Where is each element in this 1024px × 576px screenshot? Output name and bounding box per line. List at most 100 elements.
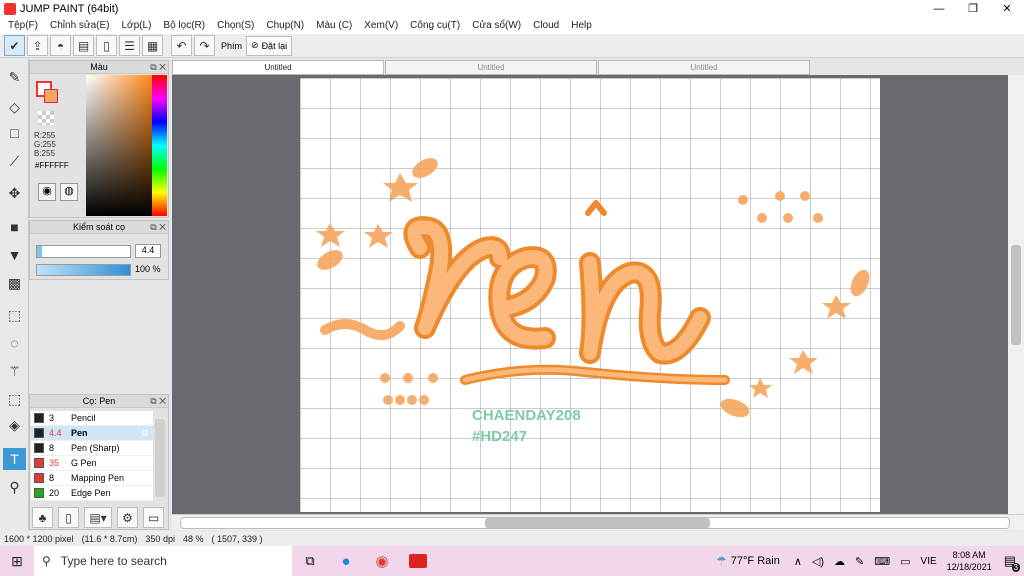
size-slider[interactable] — [36, 245, 131, 258]
speaker-icon[interactable]: ◁) — [812, 555, 824, 568]
tab-untitled-3[interactable]: Untitled — [598, 60, 810, 75]
share-icon[interactable]: ⇪ — [27, 35, 48, 56]
clock[interactable]: 8:08 AM 12/18/2021 — [947, 549, 992, 573]
minimize-button[interactable]: — — [922, 0, 956, 17]
close-button[interactable]: ✕ — [990, 0, 1024, 17]
select-pen-icon[interactable]: ⬚ — [3, 388, 26, 410]
language-indicator[interactable]: VIE — [921, 556, 937, 567]
secondary-color-swatch[interactable] — [44, 89, 58, 103]
notification-icon[interactable]: ▤ 3 — [1004, 553, 1020, 572]
pen-icon[interactable]: ✎ — [855, 555, 864, 568]
rectangle-select-icon[interactable]: □ — [3, 122, 26, 144]
brush-item-mapping-pen[interactable]: 8 Mapping Pen — [31, 471, 153, 486]
message-icon[interactable]: ▤ — [73, 35, 94, 56]
gradient-icon[interactable]: ▩ — [3, 272, 26, 294]
menu-cloud[interactable]: Cloud — [527, 20, 565, 31]
edge-icon[interactable]: ● — [328, 553, 364, 570]
check-icon[interactable]: ✔ — [4, 35, 25, 56]
new-brush-icon[interactable]: ▯ — [58, 507, 79, 528]
wand-icon[interactable]: ⚚ — [3, 360, 26, 382]
control-panel-buttons[interactable]: ⧉ ✕ — [150, 221, 166, 234]
grid-icon[interactable]: ▦ — [142, 35, 163, 56]
taskbar-search[interactable]: ⚲ Type here to search — [34, 546, 292, 576]
menu-layer[interactable]: Lớp(L) — [116, 20, 158, 31]
clock-date: 12/18/2021 — [946, 562, 992, 572]
brush-settings-icon[interactable]: ⚙ — [117, 507, 138, 528]
redo-icon[interactable]: ↷ — [194, 35, 215, 56]
bucket-icon[interactable]: ▼ — [3, 244, 26, 266]
text-icon[interactable]: T — [3, 448, 26, 470]
select-eraser-icon[interactable]: ◈ — [3, 414, 26, 436]
comment-icon[interactable]: ◓ — [50, 35, 71, 56]
brush-name: Edge Pen — [71, 488, 111, 498]
jump-paint-taskbar-icon[interactable] — [400, 546, 436, 576]
task-view-icon[interactable]: ⧉ — [292, 553, 328, 569]
vertical-scrollbar[interactable] — [1008, 75, 1024, 514]
brush-color-swatch — [34, 473, 44, 483]
select-rect-icon[interactable]: ⬚ — [3, 304, 26, 326]
document-icon[interactable]: ▯ — [96, 35, 117, 56]
folder-icon[interactable]: ▭ — [143, 507, 164, 528]
brush-icon[interactable]: ✎ — [3, 66, 26, 88]
horizontal-scrollbar[interactable] — [172, 514, 1024, 530]
undo-icon[interactable]: ↶ — [171, 35, 192, 56]
weather-icon: ☂ — [716, 554, 727, 568]
brush-menu-icon[interactable]: ▤▾ — [84, 507, 112, 528]
reset-button[interactable]: ⊘ Đặt lại — [246, 35, 293, 56]
brush-item-pen-sharp[interactable]: 8 Pen (Sharp) — [31, 441, 153, 456]
status-pixels: 1600 * 1200 pixel — [4, 533, 74, 544]
chrome-icon[interactable]: ◉ — [364, 552, 400, 570]
cloud-icon[interactable]: ☁ — [834, 555, 845, 568]
brush-color-swatch — [34, 488, 44, 498]
drawing-canvas[interactable]: CHAENDAY208 #HD247 — [300, 78, 880, 512]
dot-2 — [775, 191, 785, 201]
notification-count: 3 — [1011, 563, 1020, 572]
panel-buttons[interactable]: ⧉ ✕ — [150, 61, 166, 74]
weather-text[interactable]: 77°F Rain — [731, 555, 780, 567]
menu-window[interactable]: Cửa sổ(W) — [466, 20, 527, 31]
chevron-up-icon[interactable]: ∧ — [794, 555, 802, 568]
tab-untitled-1[interactable]: Untitled — [172, 60, 384, 75]
transparent-swatch[interactable] — [38, 111, 54, 125]
menu-view[interactable]: Xem(V) — [358, 20, 404, 31]
brush-item-pen[interactable]: 4.4 Pen ⚙ — [31, 426, 153, 441]
line-icon[interactable]: ⟋ — [3, 150, 26, 172]
zoom-icon[interactable]: ⚲ — [3, 476, 26, 498]
menu-color[interactable]: Màu (C) — [310, 20, 358, 31]
menu-file[interactable]: Tệp(F) — [2, 20, 44, 31]
vertical-scroll-thumb[interactable] — [1011, 245, 1021, 345]
maximize-button[interactable]: ❐ — [956, 0, 990, 17]
brush-color-swatch — [34, 413, 44, 423]
windows-start-icon[interactable]: ⊞ — [0, 553, 34, 570]
palette-icon[interactable]: ◉ — [38, 183, 56, 201]
brush-item-edge-pen[interactable]: 20 Edge Pen — [31, 486, 153, 501]
menu-filter[interactable]: Bộ lọc(R) — [157, 20, 211, 31]
eraser-icon[interactable]: ◇ — [3, 96, 26, 118]
eyedropper-icon[interactable]: ◍ — [60, 183, 78, 201]
brush-item-pencil[interactable]: 3 Pencil — [31, 411, 153, 426]
brush-options-icon[interactable]: ♣ — [32, 507, 53, 528]
saturation-value-field[interactable] — [86, 75, 152, 216]
size-input[interactable]: 4.4 — [135, 244, 161, 258]
tab-untitled-2[interactable]: Untitled — [385, 60, 597, 75]
brush-list-scrollbar[interactable] — [155, 419, 165, 497]
dot-3 — [800, 191, 810, 201]
menu-tools[interactable]: Công cụ(T) — [404, 20, 466, 31]
lasso-icon[interactable]: ◌ — [3, 332, 26, 354]
gear-icon[interactable]: ⚙ — [141, 428, 149, 439]
hue-slider[interactable] — [152, 75, 167, 216]
layers-icon[interactable]: ☰ — [119, 35, 140, 56]
horizontal-scroll-thumb[interactable] — [485, 518, 710, 528]
brush-item-g-pen[interactable]: 35 G Pen — [31, 456, 153, 471]
opacity-slider[interactable] — [36, 264, 131, 276]
keyboard-icon[interactable]: ⌨ — [874, 555, 890, 568]
fill-rect-icon[interactable]: ■ — [3, 216, 26, 238]
menu-capture[interactable]: Chụp(N) — [260, 20, 310, 31]
brush-size: 20 — [49, 488, 60, 498]
display-icon[interactable]: ▭ — [900, 555, 910, 568]
menu-select[interactable]: Chọn(S) — [211, 20, 260, 31]
menu-edit[interactable]: Chỉnh sửa(E) — [44, 20, 116, 31]
menu-help[interactable]: Help — [565, 20, 598, 31]
move-icon[interactable]: ✥ — [3, 182, 26, 204]
brush-panel-buttons[interactable]: ⧉ ✕ — [150, 395, 166, 408]
